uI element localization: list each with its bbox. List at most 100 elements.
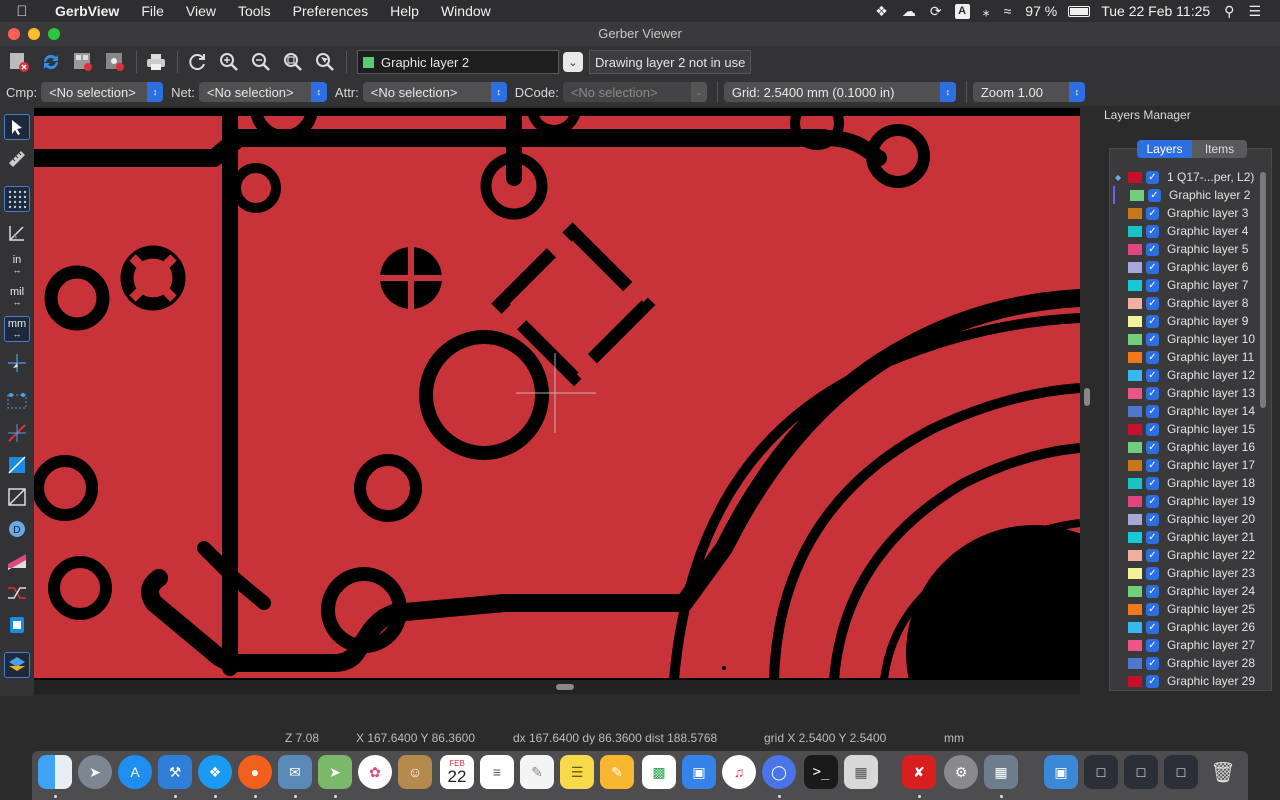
acrobat-icon[interactable]: ✘ bbox=[902, 755, 936, 789]
xcode-icon[interactable]: ⚒ bbox=[158, 755, 192, 789]
terminal-icon[interactable]: >_ bbox=[804, 755, 838, 789]
layer-color-swatch[interactable] bbox=[1127, 621, 1142, 633]
print-button[interactable] bbox=[143, 49, 169, 75]
layer-row[interactable]: ✓ Graphic layer 4 bbox=[1113, 222, 1255, 240]
maps-icon[interactable]: ➤ bbox=[318, 755, 352, 789]
layer-visible-checkbox[interactable]: ✓ bbox=[1145, 458, 1159, 472]
firefox-icon[interactable]: ● bbox=[238, 755, 272, 789]
layer-visible-checkbox[interactable]: ✓ bbox=[1146, 350, 1159, 364]
layer-visible-checkbox[interactable]: ✓ bbox=[1146, 242, 1159, 256]
layer-visible-checkbox[interactable]: ✓ bbox=[1145, 638, 1159, 652]
layer-row[interactable]: ✓ Graphic layer 7 bbox=[1113, 276, 1255, 294]
layer-visible-checkbox[interactable]: ✓ bbox=[1145, 422, 1159, 436]
layer-color-swatch[interactable] bbox=[1127, 549, 1142, 561]
layer-row[interactable]: ✓ Graphic layer 19 bbox=[1113, 492, 1255, 510]
layer-row[interactable]: ✓ Graphic layer 28 bbox=[1113, 654, 1255, 672]
reminders-icon[interactable]: ≡ bbox=[480, 755, 514, 789]
layer-visible-checkbox[interactable]: ✓ bbox=[1145, 512, 1159, 526]
layer-visible-checkbox[interactable]: ✓ bbox=[1145, 386, 1159, 400]
show-dcodes-icon[interactable]: D bbox=[4, 516, 30, 542]
finder-icon[interactable] bbox=[38, 755, 72, 789]
show-components-icon[interactable] bbox=[4, 612, 30, 638]
layer-list-scrollbar[interactable] bbox=[1258, 170, 1268, 680]
layer-color-swatch[interactable] bbox=[1128, 207, 1142, 219]
layer-row[interactable]: ✓ Graphic layer 12 bbox=[1113, 366, 1255, 384]
pages-icon[interactable]: ✎ bbox=[600, 755, 634, 789]
layer-color-swatch[interactable] bbox=[1127, 639, 1142, 651]
clock[interactable]: Tue 22 Feb 11:25 bbox=[1094, 3, 1217, 19]
layer-row[interactable]: ✓ Graphic layer 10 bbox=[1113, 330, 1255, 348]
layer-row[interactable]: ✓ Graphic layer 14 bbox=[1113, 402, 1255, 420]
show-flashed-outline-icon[interactable] bbox=[4, 388, 30, 414]
layer-row[interactable]: ✓ Graphic layer 11 bbox=[1113, 348, 1255, 366]
zoom-selection-icon[interactable] bbox=[312, 49, 338, 75]
layer-color-swatch[interactable] bbox=[1128, 225, 1142, 237]
zoom-select[interactable]: Zoom 1.00 ↕ bbox=[972, 82, 1085, 102]
layer-color-swatch[interactable] bbox=[1127, 459, 1142, 471]
layer-visible-checkbox[interactable]: ✓ bbox=[1146, 296, 1159, 310]
launchpad-icon[interactable]: ➤ bbox=[78, 755, 112, 789]
layer-visible-checkbox[interactable]: ✓ bbox=[1148, 188, 1161, 202]
menu-window[interactable]: Window bbox=[430, 3, 502, 19]
keynote-icon[interactable]: ▣ bbox=[682, 755, 716, 789]
layer-color-swatch[interactable] bbox=[1127, 495, 1142, 507]
layer-color-swatch[interactable] bbox=[1128, 279, 1142, 291]
music-icon[interactable]: ♫ bbox=[722, 755, 756, 789]
canvas-vertical-scrollbar[interactable] bbox=[1080, 108, 1094, 680]
apple-menu-icon[interactable]:  bbox=[0, 3, 44, 20]
close-window-button[interactable] bbox=[8, 28, 20, 40]
layer-row[interactable]: ✓ Graphic layer 26 bbox=[1113, 618, 1255, 636]
layer-row[interactable]: ✓ Graphic layer 15 bbox=[1113, 420, 1255, 438]
scrollbar-thumb[interactable] bbox=[556, 684, 574, 690]
screenshot-stack-icon-2[interactable]: □ bbox=[1124, 755, 1158, 789]
textedit-icon[interactable]: ✎ bbox=[520, 755, 554, 789]
zoom-window-button[interactable] bbox=[48, 28, 60, 40]
layer-visible-checkbox[interactable]: ✓ bbox=[1146, 314, 1159, 328]
battery-percent[interactable]: 97 % bbox=[1018, 3, 1064, 19]
layer-color-swatch[interactable] bbox=[1127, 333, 1142, 345]
attr-select[interactable]: <No selection> ↕ bbox=[362, 82, 507, 102]
layer-visible-checkbox[interactable]: ✓ bbox=[1145, 548, 1159, 562]
show-nets-icon[interactable] bbox=[4, 580, 30, 606]
app-store-icon[interactable]: A bbox=[118, 755, 152, 789]
kicad-gerbview-icon[interactable]: ▦ bbox=[984, 755, 1018, 789]
zoom-fit-icon[interactable] bbox=[280, 49, 306, 75]
layer-row[interactable]: ✓ Graphic layer 16 bbox=[1113, 438, 1255, 456]
clear-all-layers-button[interactable] bbox=[6, 49, 32, 75]
zoom-in-icon[interactable] bbox=[216, 49, 242, 75]
calendar-icon[interactable]: FEB 22 bbox=[440, 755, 474, 789]
layer-visible-checkbox[interactable]: ✓ bbox=[1145, 440, 1159, 454]
open-drill-button[interactable] bbox=[102, 49, 128, 75]
layer-visible-checkbox[interactable]: ✓ bbox=[1146, 170, 1159, 184]
preview-icon[interactable]: ✉ bbox=[278, 755, 312, 789]
layer-row[interactable]: ✓ Graphic layer 9 bbox=[1113, 312, 1255, 330]
active-layer-select[interactable]: Graphic layer 2 bbox=[357, 50, 559, 74]
layer-row[interactable]: ✓ Graphic layer 20 bbox=[1113, 510, 1255, 528]
layer-row[interactable]: ✓ Graphic layer 17 bbox=[1113, 456, 1255, 474]
layer-color-swatch[interactable] bbox=[1127, 531, 1142, 543]
layer-color-swatch[interactable] bbox=[1127, 441, 1142, 453]
layer-color-swatch[interactable] bbox=[1127, 603, 1142, 615]
contacts-icon[interactable]: ☺ bbox=[398, 755, 432, 789]
layer-color-swatch[interactable] bbox=[1128, 171, 1142, 183]
menu-app-name[interactable]: GerbView bbox=[44, 3, 130, 19]
redraw-icon[interactable] bbox=[184, 49, 210, 75]
screenshot-stack-icon[interactable]: □ bbox=[1084, 755, 1118, 789]
cloud-icon[interactable]: ☁ bbox=[895, 3, 923, 20]
layer-color-swatch[interactable] bbox=[1127, 657, 1142, 669]
cmp-select[interactable]: <No selection> ↕ bbox=[41, 82, 164, 102]
menu-file[interactable]: File bbox=[130, 3, 175, 19]
layer-color-swatch[interactable] bbox=[1128, 297, 1142, 309]
layer-color-swatch[interactable] bbox=[1128, 351, 1142, 363]
layer-visible-checkbox[interactable]: ✓ bbox=[1146, 278, 1159, 292]
units-inches-button[interactable]: in ↔ bbox=[4, 252, 30, 278]
chevron-down-icon[interactable]: ⌄ bbox=[563, 52, 583, 72]
layer-row[interactable]: ✓ Graphic layer 13 bbox=[1113, 384, 1255, 402]
reload-layers-button[interactable] bbox=[38, 49, 64, 75]
scrollbar-thumb[interactable] bbox=[1260, 172, 1266, 408]
layer-visible-checkbox[interactable]: ✓ bbox=[1145, 584, 1159, 598]
layer-color-swatch[interactable] bbox=[1127, 405, 1142, 417]
wifi-icon[interactable]: ≈ bbox=[997, 3, 1019, 19]
numbers-icon[interactable]: ▩ bbox=[642, 755, 676, 789]
layer-visible-checkbox[interactable]: ✓ bbox=[1146, 206, 1159, 220]
